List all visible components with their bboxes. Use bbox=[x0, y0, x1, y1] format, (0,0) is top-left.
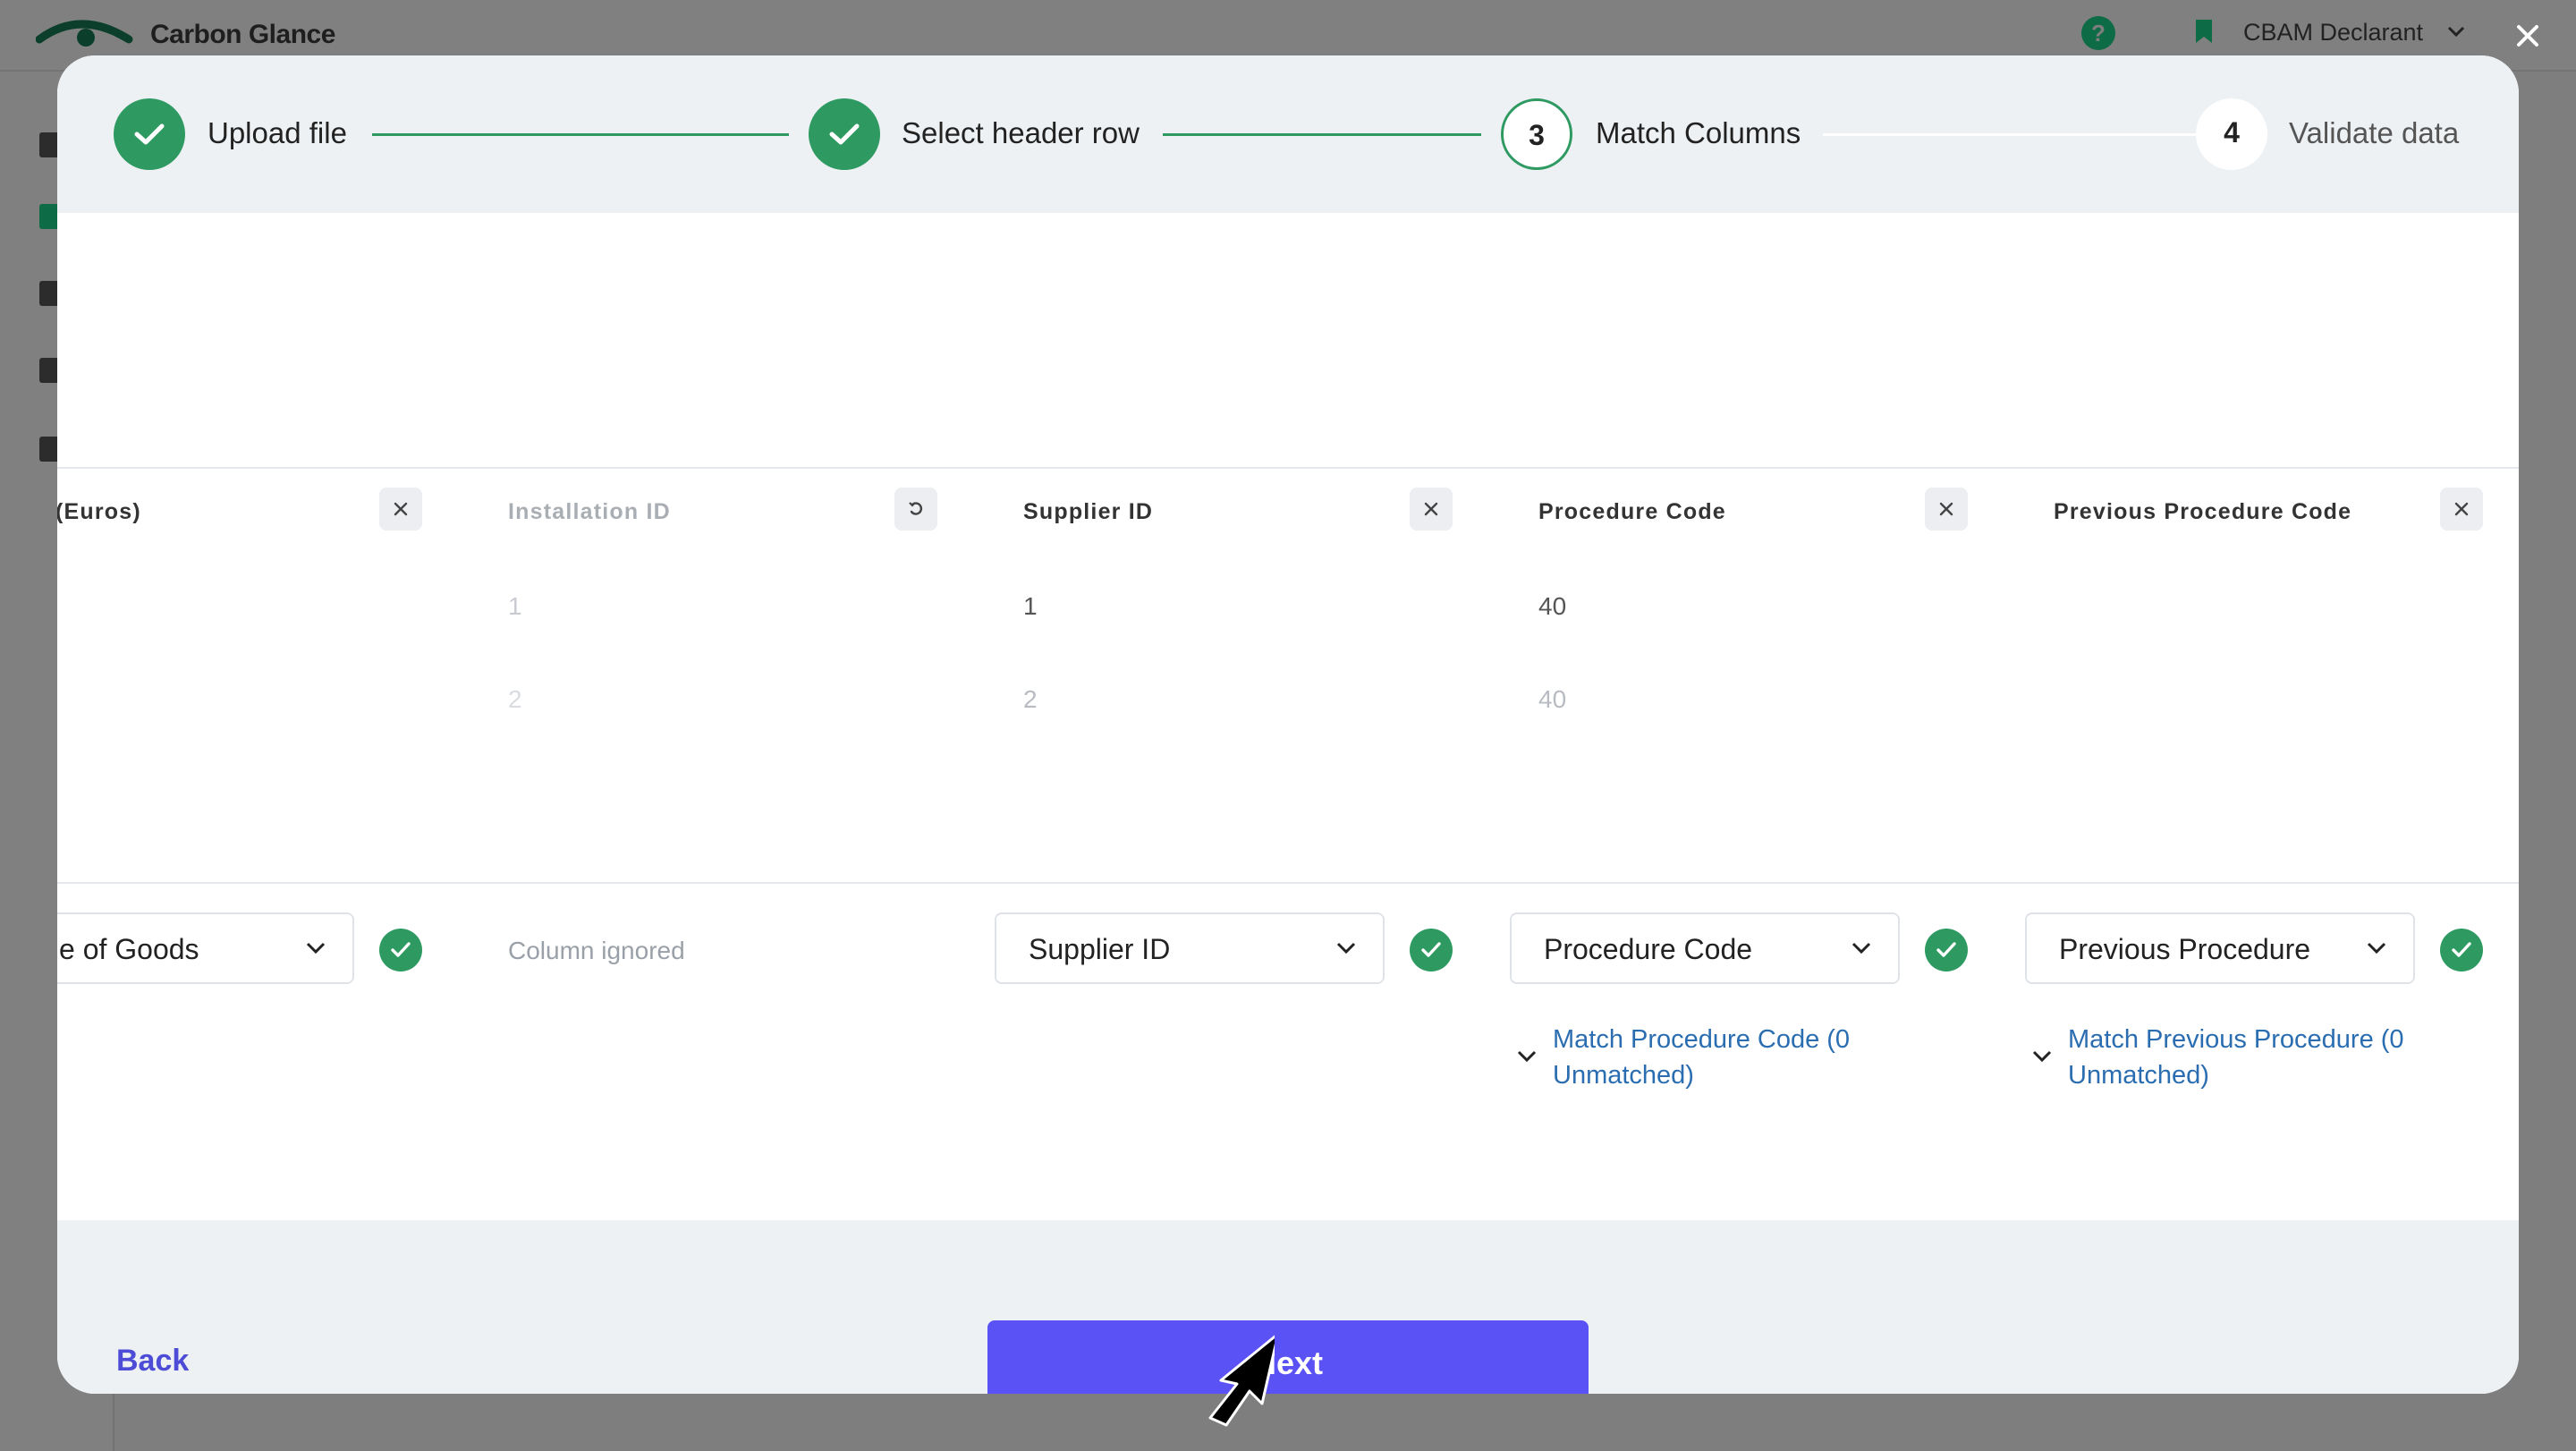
column-header: Previous Procedure Code bbox=[2054, 499, 2352, 524]
undo-icon bbox=[909, 502, 923, 515]
chevron-down-icon bbox=[306, 942, 326, 955]
close-icon bbox=[2454, 502, 2469, 516]
chevron-down-icon[interactable] bbox=[2447, 25, 2465, 38]
match-values-link[interactable]: Match Procedure Code (0 Unmatched) bbox=[1553, 1022, 1911, 1093]
matched-check-icon bbox=[1925, 929, 1968, 972]
chevron-down-icon[interactable] bbox=[1517, 1050, 1537, 1063]
document-icon[interactable] bbox=[39, 437, 59, 462]
import-modal: Upload file Select header row 3 Match Co… bbox=[57, 55, 2519, 1394]
field-select[interactable]: e of Goods bbox=[57, 912, 354, 984]
step-1-complete bbox=[114, 98, 185, 170]
step-connector bbox=[372, 133, 789, 136]
brand-name: Carbon Glance bbox=[150, 20, 335, 49]
step-connector bbox=[1163, 133, 1481, 136]
matched-check-icon bbox=[379, 929, 422, 972]
mouse-cursor-icon bbox=[1208, 1335, 1275, 1427]
bookmark-icon bbox=[2196, 20, 2212, 43]
step-connector bbox=[1823, 133, 2234, 136]
home-icon[interactable] bbox=[39, 132, 59, 157]
field-select[interactable]: Procedure Code bbox=[1510, 912, 1900, 984]
chevron-down-icon bbox=[2367, 942, 2386, 955]
close-icon bbox=[394, 502, 408, 516]
divider bbox=[57, 882, 2519, 884]
check-icon bbox=[134, 123, 165, 145]
check-icon bbox=[829, 123, 860, 145]
match-values-link[interactable]: Match Previous Procedure (0 Unmatched) bbox=[2068, 1022, 2426, 1093]
stepper: Upload file Select header row 3 Match Co… bbox=[57, 55, 2519, 213]
ignore-column-button[interactable] bbox=[1410, 488, 1453, 530]
cart-icon[interactable] bbox=[39, 358, 59, 383]
divider bbox=[57, 467, 2519, 469]
field-select[interactable]: Supplier ID bbox=[995, 912, 1385, 984]
matched-check-icon bbox=[2440, 929, 2483, 972]
back-button[interactable]: Back bbox=[116, 1344, 189, 1379]
step-2-complete bbox=[809, 98, 880, 170]
column-header: (Euros) bbox=[57, 499, 141, 524]
field-select[interactable]: Previous Procedure bbox=[2025, 912, 2415, 984]
step-4-todo: 4 bbox=[2196, 98, 2267, 170]
ignore-column-button[interactable] bbox=[2440, 488, 2483, 530]
ignore-column-button[interactable] bbox=[1925, 488, 1968, 530]
table-cell: 1 bbox=[1023, 592, 1038, 620]
chart-icon[interactable] bbox=[39, 281, 59, 306]
close-icon bbox=[1424, 502, 1438, 516]
step-label: Select header row bbox=[902, 116, 1140, 149]
table-cell: 40 bbox=[1538, 685, 1567, 713]
column-header: Procedure Code bbox=[1538, 499, 1726, 524]
step-3-active: 3 bbox=[1501, 98, 1572, 170]
account-menu[interactable]: CBAM Declarant bbox=[2243, 19, 2423, 47]
table-cell: 2 bbox=[508, 685, 522, 713]
modal-footer: Back Next bbox=[57, 1220, 2519, 1394]
column-ignored-label: Column ignored bbox=[508, 937, 685, 964]
chevron-down-icon[interactable] bbox=[2032, 1050, 2052, 1063]
step-label: Validate data bbox=[2289, 116, 2460, 149]
step-label: Upload file bbox=[208, 116, 347, 149]
close-icon bbox=[1939, 502, 1953, 516]
logo-icon bbox=[36, 20, 133, 47]
chevron-down-icon bbox=[1852, 942, 1871, 955]
ignore-column-button[interactable] bbox=[379, 488, 422, 530]
matched-check-icon bbox=[1410, 929, 1453, 972]
column-header: Installation ID bbox=[508, 499, 671, 524]
restore-column-button[interactable] bbox=[894, 488, 937, 530]
table-cell: 40 bbox=[1538, 592, 1567, 620]
close-icon[interactable] bbox=[2510, 18, 2546, 54]
database-icon[interactable] bbox=[39, 204, 59, 229]
chevron-down-icon bbox=[1336, 942, 1356, 955]
table-cell: 1 bbox=[508, 592, 522, 620]
next-button[interactable]: Next bbox=[987, 1320, 1589, 1394]
column-header: Supplier ID bbox=[1023, 499, 1154, 524]
help-icon[interactable]: ? bbox=[2081, 16, 2115, 50]
step-label: Match Columns bbox=[1596, 116, 1801, 149]
table-cell: 2 bbox=[1023, 685, 1038, 713]
